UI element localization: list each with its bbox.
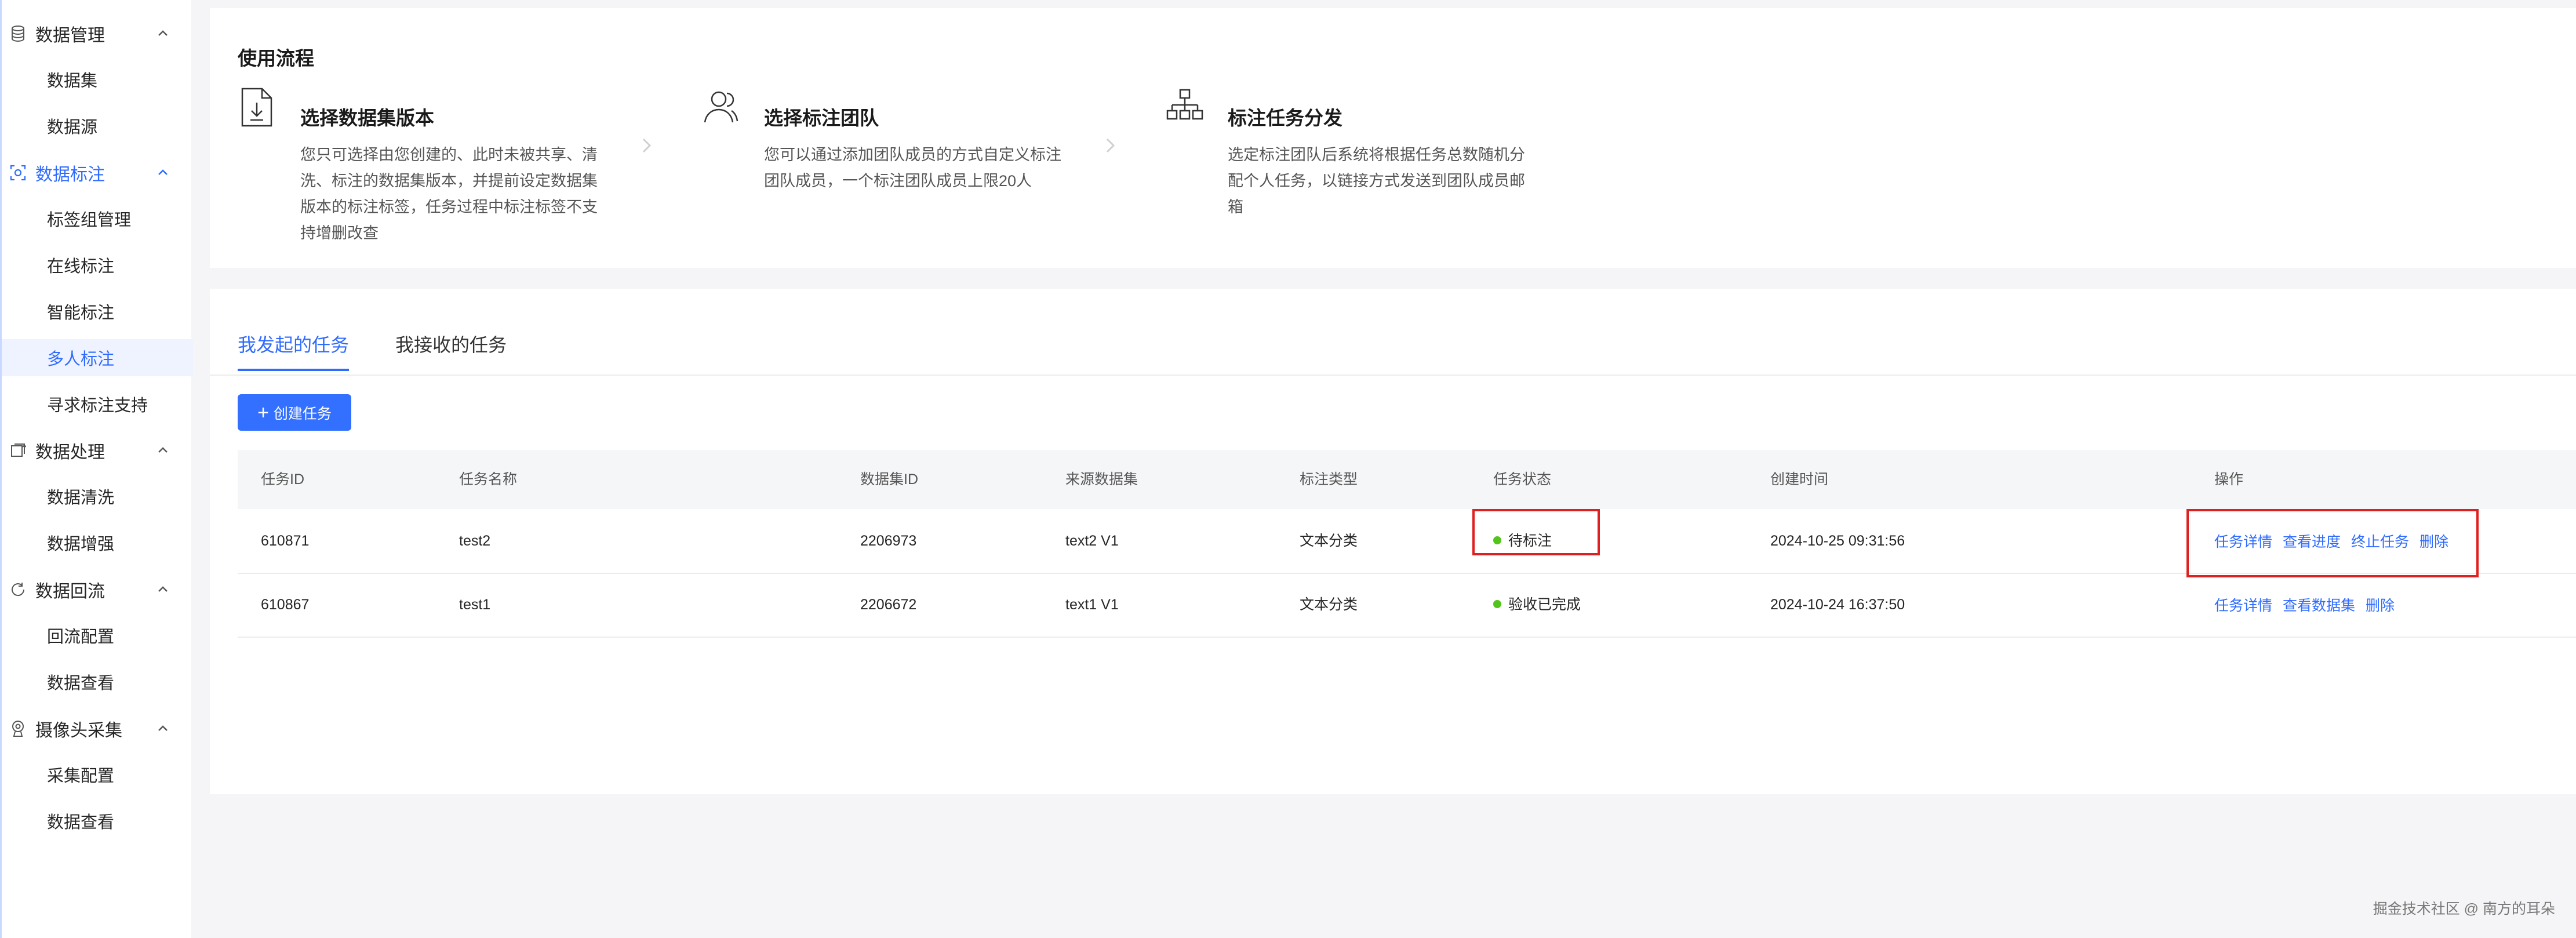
task-details-link[interactable]: 任务详情 [2214, 594, 2272, 615]
column-header: 操作 [2214, 471, 2244, 488]
annotation-icon [9, 163, 27, 182]
sidebar-item-reflow-config[interactable]: 回流配置 [2, 617, 193, 654]
chevron-up-icon [158, 169, 168, 175]
processing-icon [9, 441, 27, 460]
source-dataset: text1 V1 [1065, 597, 1119, 613]
column-header: 任务状态 [1493, 471, 1552, 488]
sidebar-item-datasource[interactable]: 数据源 [2, 107, 193, 144]
usage-flow-card: 使用流程 选择数据集版本 您只可选择由您创建的、此时未被共享、清洗、标注的数据集… [210, 8, 2576, 268]
chevron-up-icon [158, 30, 168, 36]
table-row: 610867 test1 2206672 text1 V1 文本分类 验收已完成… [238, 573, 2576, 638]
sidebar-group-label: 数据标注 [35, 165, 105, 184]
sidebar-group-data-management[interactable]: 数据管理 [2, 16, 193, 51]
plus-icon: + [257, 401, 269, 424]
tab-initiated-tasks[interactable]: 我发起的任务 [238, 330, 350, 371]
column-header: 标注类型 [1300, 471, 1358, 488]
highlight-box-actions [2186, 509, 2479, 577]
sidebar-item-reflow-data-view[interactable]: 数据查看 [2, 663, 193, 700]
table-header: 任务ID 任务名称 数据集ID 来源数据集 标注类型 任务状态 创建时间 操作 [238, 450, 2576, 509]
sidebar-item-capture-config[interactable]: 采集配置 [2, 756, 193, 793]
dataset-id: 2206672 [860, 597, 917, 613]
team-icon [704, 91, 738, 123]
sidebar-item-online-annotation[interactable]: 在线标注 [2, 246, 193, 283]
create-task-label: 创建任务 [273, 405, 332, 422]
task-name: test2 [459, 533, 491, 549]
tabs-divider [210, 375, 2576, 376]
sidebar-item-data-cleaning[interactable]: 数据清洗 [2, 478, 193, 515]
task-name: test1 [459, 597, 491, 613]
sidebar-item-label-groups[interactable]: 标签组管理 [2, 200, 193, 237]
column-header: 创建时间 [1770, 471, 1829, 488]
task-status: 验收已完成 [1493, 573, 1581, 637]
sidebar-group-data-annotation[interactable]: 数据标注 [2, 155, 193, 190]
annotation-type: 文本分类 [1300, 597, 1358, 613]
dataset-id: 2206973 [860, 533, 917, 549]
flow-step-title: 选择标注团队 [764, 107, 879, 129]
flow-step-desc: 选定标注团队后系统将根据任务总数随机分配个人任务，以链接方式发送到团队成员邮箱 [1228, 146, 1525, 216]
flow-step-desc: 您可以通过添加团队成员的方式自定义标注团队成员，一个标注团队成员上限20人 [764, 146, 1061, 190]
task-id: 610871 [261, 533, 310, 549]
flow-step-title: 选择数据集版本 [300, 107, 434, 129]
column-header: 任务ID [261, 471, 305, 488]
sidebar-group-label: 数据管理 [35, 26, 105, 45]
created-time: 2024-10-25 09:31:56 [1770, 533, 1905, 549]
sidebar-group-label: 数据处理 [35, 443, 105, 462]
watermark: 掘金技术社区 @ 南方的耳朵 [2373, 901, 2555, 917]
sidebar: 数据管理 数据集 数据源 数据标注 标签组管理 在线标注 智能标注 多人标注 寻… [0, 0, 193, 938]
chevron-up-icon [158, 586, 168, 592]
flow-step-desc: 您只可选择由您创建的、此时未被共享、清洗、标注的数据集版本，并提前设定数据集版本… [300, 146, 598, 242]
chevron-up-icon [158, 725, 168, 731]
chevron-up-icon [158, 447, 168, 453]
status-dot-icon [1493, 600, 1501, 609]
column-header: 数据集ID [860, 471, 919, 488]
sidebar-item-multi-annotation[interactable]: 多人标注 [2, 339, 193, 376]
org-chart-icon [1166, 89, 1203, 120]
chevron-right-icon [642, 138, 652, 153]
create-task-button[interactable]: + 创建任务 [238, 394, 351, 431]
annotation-type: 文本分类 [1300, 533, 1358, 549]
delete-link[interactable]: 删除 [2366, 594, 2395, 615]
sidebar-group-label: 摄像头采集 [35, 721, 122, 740]
sidebar-item-smart-annotation[interactable]: 智能标注 [2, 293, 193, 330]
source-dataset: text2 V1 [1065, 533, 1119, 549]
reflow-icon [9, 580, 27, 599]
sidebar-item-data-augmentation[interactable]: 数据增强 [2, 524, 193, 561]
task-id: 610867 [261, 597, 310, 613]
highlight-box-status [1472, 509, 1600, 555]
row-actions: 任务详情 查看数据集 删除 [2214, 573, 2405, 637]
document-download-icon [241, 88, 272, 127]
sidebar-group-camera-capture[interactable]: 摄像头采集 [2, 711, 193, 746]
usage-flow-title: 使用流程 [238, 48, 314, 69]
chevron-right-icon [1106, 138, 1115, 153]
sidebar-item-dataset[interactable]: 数据集 [2, 61, 193, 98]
sidebar-group-label: 数据回流 [35, 582, 105, 601]
flow-step-title: 标注任务分发 [1228, 107, 1342, 129]
tab-received-tasks[interactable]: 我接收的任务 [395, 330, 507, 371]
sidebar-item-annotation-support[interactable]: 寻求标注支持 [2, 386, 193, 423]
column-header: 任务名称 [459, 471, 518, 488]
sidebar-group-data-reflow[interactable]: 数据回流 [2, 572, 193, 607]
created-time: 2024-10-24 16:37:50 [1770, 597, 1905, 613]
database-icon [9, 24, 27, 43]
view-dataset-link[interactable]: 查看数据集 [2283, 594, 2355, 615]
column-header: 来源数据集 [1065, 471, 1138, 488]
sidebar-group-data-processing[interactable]: 数据处理 [2, 433, 193, 468]
camera-icon [9, 719, 27, 738]
sidebar-item-capture-data-view[interactable]: 数据查看 [2, 802, 193, 839]
